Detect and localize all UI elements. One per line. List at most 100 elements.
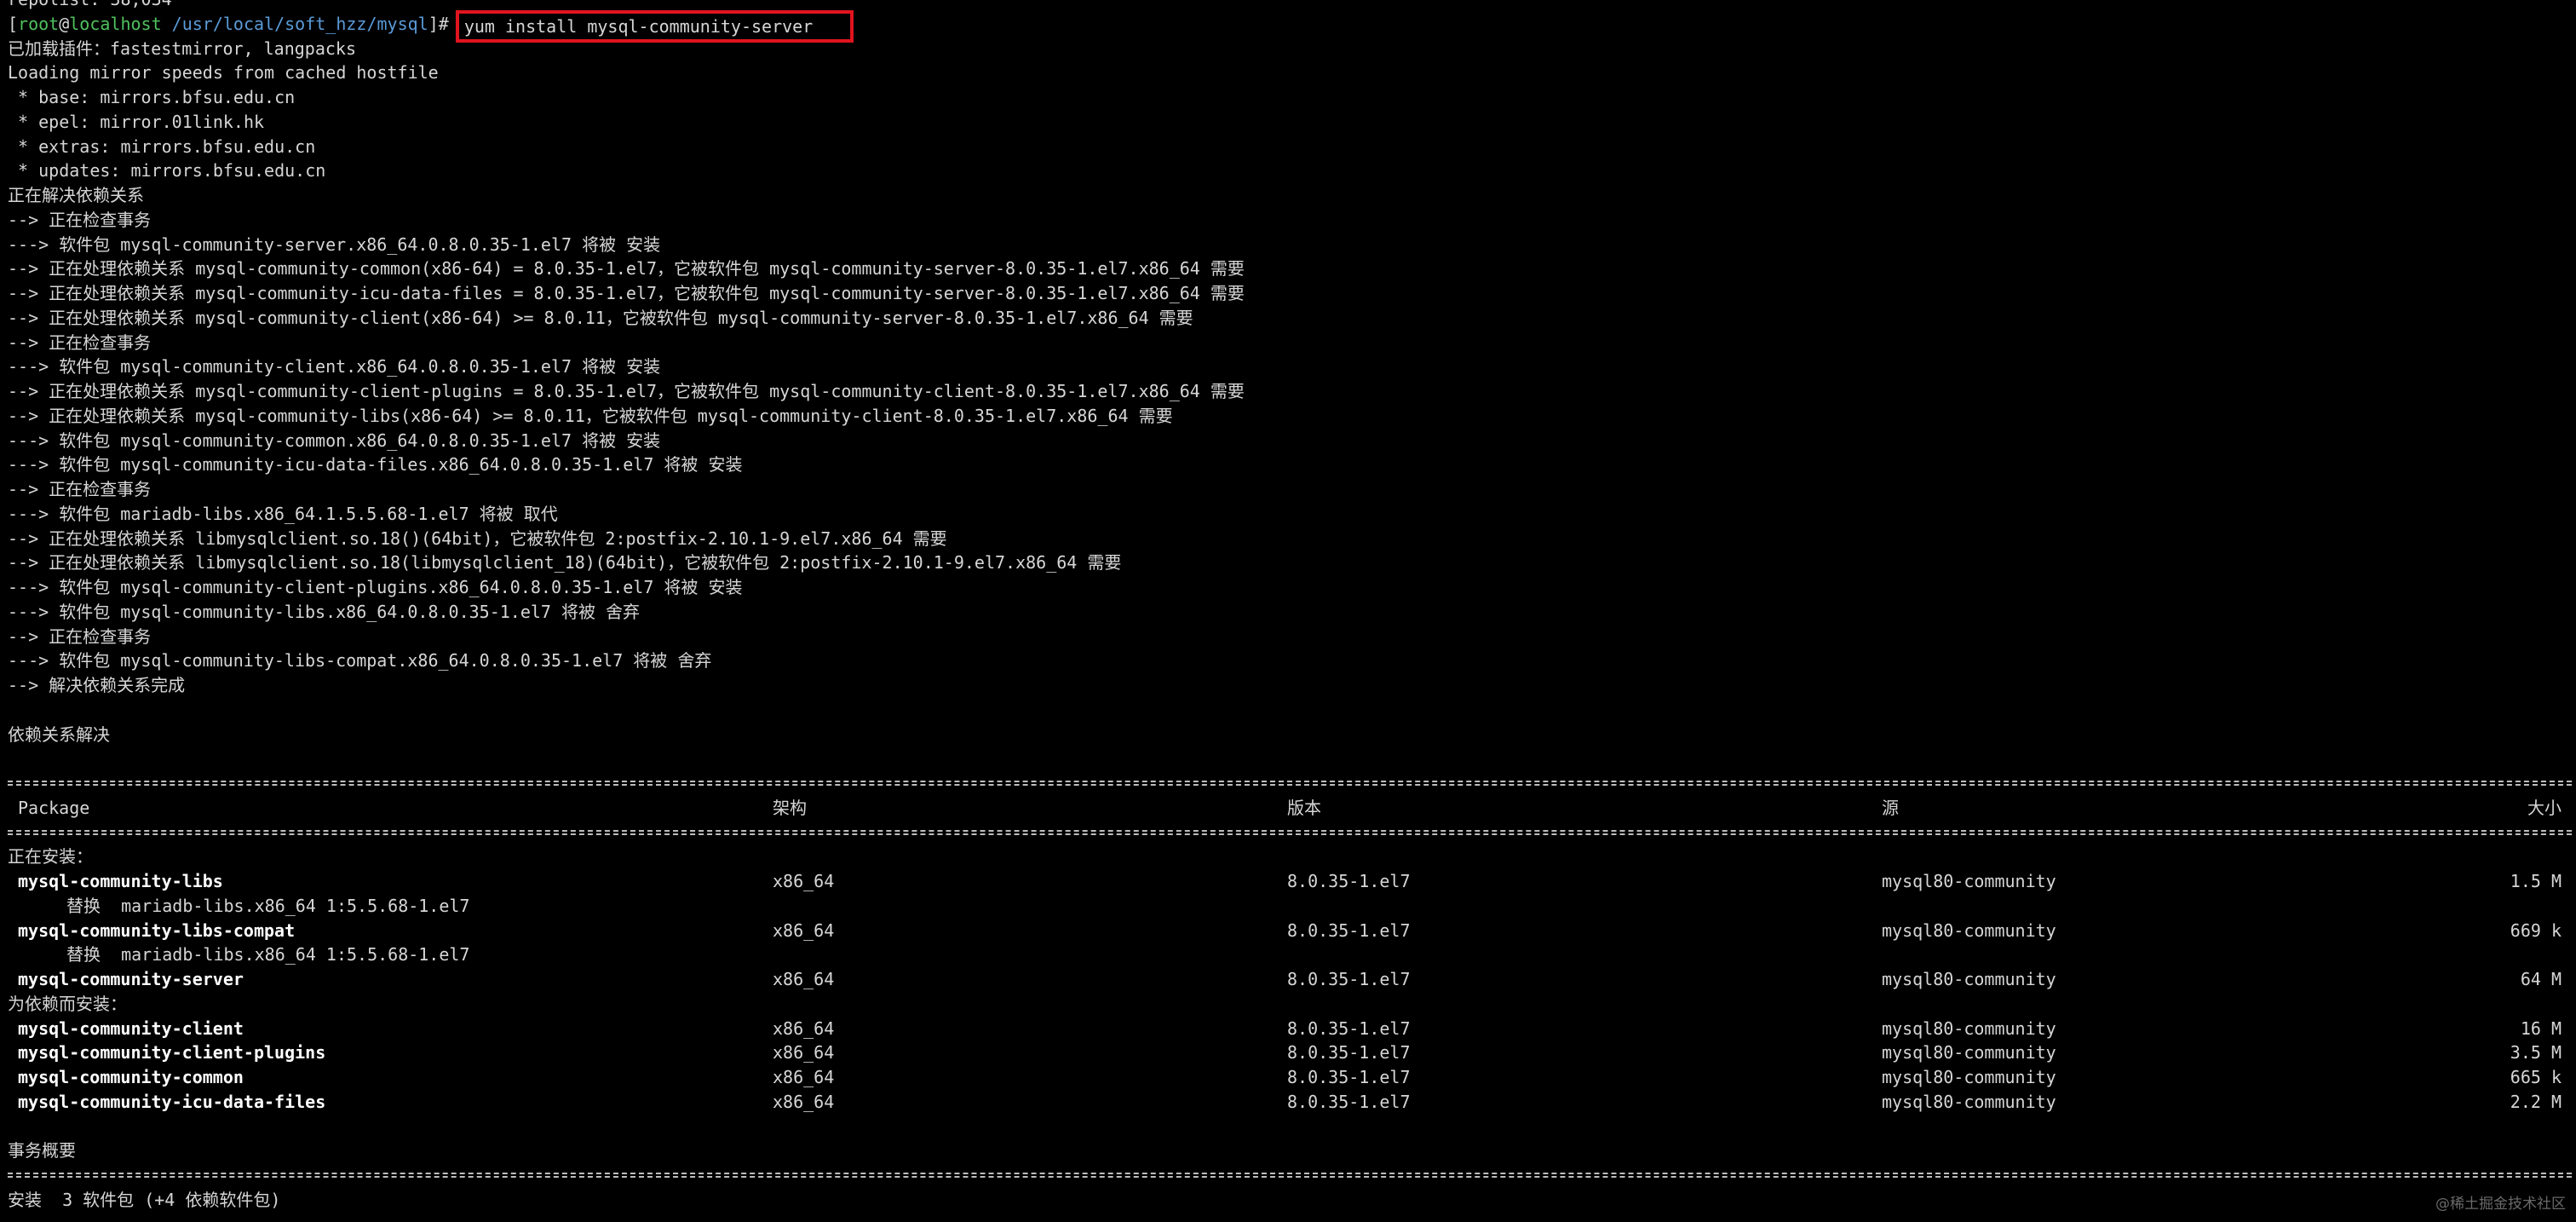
header-size: 大小 xyxy=(2527,797,2562,818)
table-row: mysql-community-libs x86_64 8.0.35-1.el7 my… xyxy=(8,869,2572,894)
package-repo: mysql80-community xyxy=(1882,1042,2056,1063)
output-line: * extras: mirrors.bfsu.edu.cn xyxy=(8,135,316,157)
table-header: Package 架构 版本 源 大小 xyxy=(8,796,2572,821)
prompt-at: @ xyxy=(59,13,70,34)
package-version: 8.0.35-1.el7 xyxy=(1287,1042,1411,1063)
highlighted-command: yum install mysql-community-server xyxy=(455,9,854,43)
package-version: 8.0.35-1.el7 xyxy=(1287,1017,1411,1039)
header-arch: 架构 xyxy=(773,797,807,818)
package-version: 8.0.35-1.el7 xyxy=(1287,871,1411,891)
deps-list: mysql-community-client x86_64 8.0.35-1.el7… xyxy=(8,1017,2572,1115)
package-name: mysql-community-client xyxy=(18,1017,244,1039)
header-package: Package xyxy=(18,797,90,818)
package-version: 8.0.35-1.el7 xyxy=(1287,1091,1411,1112)
output-line: ---> 软件包 mysql-community-libs.x86_64.0.8… xyxy=(8,601,641,622)
table-row: mysql-community-client-plugins x86_64 8.0.… xyxy=(8,1040,2572,1065)
output-line: ---> 软件包 mysql-community-client-plugins.… xyxy=(8,577,743,597)
header-version: 版本 xyxy=(1287,797,1321,818)
package-size: 3.5 M xyxy=(2510,1042,2562,1063)
package-size: 2.2 M xyxy=(2510,1091,2562,1112)
output-line: ---> 软件包 mysql-community-server.x86_64.0… xyxy=(8,233,661,255)
output-line: ---> 软件包 mysql-community-libs-compat.x86… xyxy=(8,650,712,672)
package-repo: mysql80-community xyxy=(1882,1067,2056,1087)
table-separator xyxy=(8,771,2572,796)
table-row: mysql-community-common x86_64 8.0.35-1.el7… xyxy=(8,1065,2572,1090)
output-line: --> 正在处理依赖关系 mysql-community-client-plug… xyxy=(8,381,1245,401)
package-size: 665 k xyxy=(2510,1067,2562,1087)
output-line: * base: mirrors.bfsu.edu.cn xyxy=(8,87,296,107)
output-line: 已加载插件：fastestmirror, langpacks xyxy=(8,37,356,59)
output-line: --> 正在处理依赖关系 mysql-community-client(x86-… xyxy=(8,307,1193,328)
terminal-window[interactable]: { "terminal": { "top_partial": "repolist… xyxy=(0,0,2576,1222)
summary-title: 事务概要 xyxy=(8,1140,76,1161)
package-arch: x86_64 xyxy=(773,969,835,989)
terminal-output: repolist: 38,034 [root@localhost /usr/lo… xyxy=(8,0,2572,1213)
table-row: mysql-community-client x86_64 8.0.35-1.el7… xyxy=(8,1017,2572,1041)
package-arch: x86_64 xyxy=(773,1017,835,1039)
output-line: --> 正在处理依赖关系 mysql-community-common(x86-… xyxy=(8,258,1245,280)
package-arch: x86_64 xyxy=(773,871,835,891)
summary-line: 安装 3 软件包 (+4 依赖软件包) xyxy=(8,1189,281,1210)
watermark: @稀土掘金技术社区 xyxy=(2435,1196,2566,1213)
command-line: [root@localhost /usr/local/soft_hzz/mysq… xyxy=(8,9,2572,43)
installing-list: mysql-community-libs x86_64 8.0.35-1.el7 my… xyxy=(8,869,2572,992)
output-line: --> 正在检查事务 xyxy=(8,331,152,353)
output-line: ---> 软件包 mariadb-libs.x86_64.1.5.5.68-1.… xyxy=(8,503,558,524)
output-line: Loading mirror speeds from cached hostfi… xyxy=(8,62,439,84)
output-line: --> 正在处理依赖关系 mysql-community-icu-data-fi… xyxy=(8,283,1245,303)
installing-label: 正在安装： xyxy=(8,846,93,868)
output-line: --> 正在处理依赖关系 mysql-community-libs(x86-64… xyxy=(8,405,1173,426)
output-line: ---> 软件包 mysql-community-common.x86_64.0… xyxy=(8,429,661,451)
output-line: * epel: mirror.01link.hk xyxy=(8,111,265,132)
package-version: 8.0.35-1.el7 xyxy=(1287,919,1411,941)
output-line: --> 正在处理依赖关系 libmysqlclient.so.18(libmys… xyxy=(8,552,1122,574)
output-line: --> 解决依赖关系完成 xyxy=(8,675,186,695)
package-name: mysql-community-libs-compat xyxy=(18,919,296,941)
table-row: mysql-community-icu-data-files x86_64 8.0.… xyxy=(8,1090,2572,1115)
package-arch: x86_64 xyxy=(773,1067,835,1087)
resolved-text: 依赖关系解决 xyxy=(8,723,110,745)
package-name: mysql-community-common xyxy=(18,1067,244,1087)
package-version: 8.0.35-1.el7 xyxy=(1287,1067,1411,1087)
output-line: --> 正在检查事务 xyxy=(8,479,152,499)
prompt-path: /usr/local/soft_hzz/mysql xyxy=(161,13,428,34)
output-line: 正在解决依赖关系 xyxy=(8,185,144,205)
replace-note: 替换 mariadb-libs.x86_64 1:5.5.68-1.el7 xyxy=(66,944,470,965)
output-line: * updates: mirrors.bfsu.edu.cn xyxy=(8,160,326,182)
output-line: ---> 软件包 mysql-community-icu-data-files.… xyxy=(8,454,743,476)
package-arch: x86_64 xyxy=(773,919,835,941)
package-repo: mysql80-community xyxy=(1882,1017,2056,1039)
output-line: --> 正在检查事务 xyxy=(8,209,152,230)
package-size: 669 k xyxy=(2510,919,2562,941)
output-line: --> 正在处理依赖关系 libmysqlclient.so.18()(64bi… xyxy=(8,527,947,549)
table-row: mysql-community-libs-compat x86_64 8.0.35-… xyxy=(8,919,2572,943)
package-name: mysql-community-icu-data-files xyxy=(18,1091,326,1112)
package-size: 64 M xyxy=(2520,969,2562,989)
output-lines: 已加载插件：fastestmirror, langpacks Loading mi… xyxy=(8,37,2572,698)
table-row: mysql-community-server x86_64 8.0.35-1.el7… xyxy=(8,967,2572,992)
package-size: 1.5 M xyxy=(2510,871,2562,891)
package-size: 16 M xyxy=(2520,1017,2562,1039)
output-line: repolist: 38,034 xyxy=(8,0,2572,12)
package-version: 8.0.35-1.el7 xyxy=(1287,969,1411,989)
package-name: mysql-community-client-plugins xyxy=(18,1042,326,1063)
table-separator xyxy=(8,1163,2572,1188)
package-repo: mysql80-community xyxy=(1882,871,2056,891)
header-repo: 源 xyxy=(1882,797,1899,818)
prompt-symbol: ]# xyxy=(428,13,459,34)
package-name: mysql-community-server xyxy=(18,969,244,989)
table-separator xyxy=(8,821,2572,845)
prompt-bracket: [ xyxy=(8,13,19,34)
package-arch: x86_64 xyxy=(773,1042,835,1063)
prompt-user: root xyxy=(18,13,60,34)
output-line: ---> 软件包 mysql-community-client.x86_64.0… xyxy=(8,356,661,378)
deps-label: 为依赖而安装： xyxy=(8,993,127,1014)
package-repo: mysql80-community xyxy=(1882,1091,2056,1112)
package-repo: mysql80-community xyxy=(1882,919,2056,941)
output-line: --> 正在检查事务 xyxy=(8,625,152,647)
prompt-host: localhost xyxy=(69,13,162,34)
package-repo: mysql80-community xyxy=(1882,969,2056,989)
replace-note: 替换 mariadb-libs.x86_64 1:5.5.68-1.el7 xyxy=(66,895,470,916)
package-arch: x86_64 xyxy=(773,1091,835,1112)
package-name: mysql-community-libs xyxy=(18,871,223,891)
